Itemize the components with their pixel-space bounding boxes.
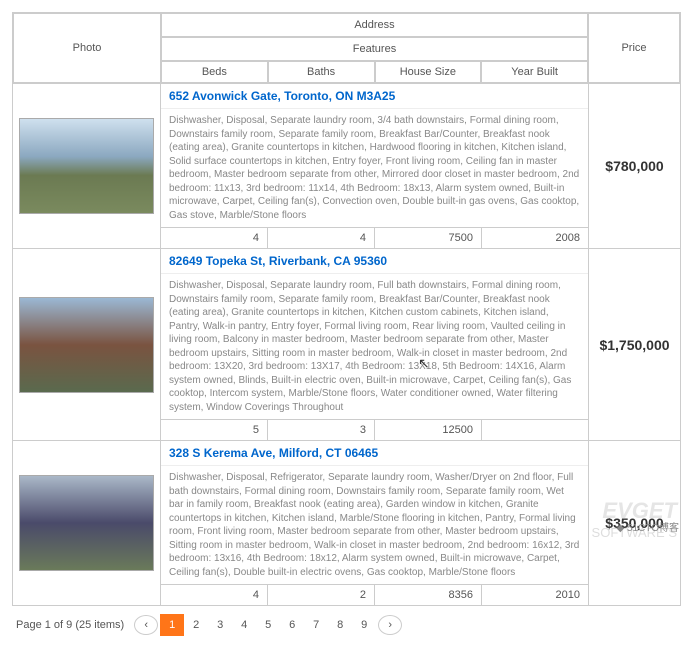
house-image[interactable] [19,118,154,214]
address-link[interactable]: 82649 Topeka St, Riverbank, CA 95360 [161,249,588,274]
header-year-built[interactable]: Year Built [481,61,588,83]
stat-size: 8356 [375,585,482,605]
content-cell: 652 Avonwick Gate, Toronto, ON M3A25Dish… [161,84,588,248]
stat-size: 7500 [375,228,482,248]
pager-next-button[interactable]: › [378,615,402,635]
pager-page-1[interactable]: 1 [160,614,184,636]
pager-page-2[interactable]: 2 [184,614,208,636]
description-text: Dishwasher, Disposal, Refrigerator, Sepa… [161,466,588,584]
header-address[interactable]: Address [161,13,588,37]
header-features[interactable]: Features [161,37,588,61]
pager-page-8[interactable]: 8 [328,614,352,636]
price-value: $1,750,000 [588,249,680,440]
description-text: Dishwasher, Disposal, Separate laundry r… [161,274,588,419]
description-text: Dishwasher, Disposal, Separate laundry r… [161,109,588,227]
address-link[interactable]: 652 Avonwick Gate, Toronto, ON M3A25 [161,84,588,109]
pager-page-5[interactable]: 5 [256,614,280,636]
pager-page-7[interactable]: 7 [304,614,328,636]
listing-row: 328 S Kerema Ave, Milford, CT 06465Dishw… [13,440,680,605]
photo-cell [13,84,161,248]
pager-page-9[interactable]: 9 [352,614,376,636]
house-image[interactable] [19,297,154,393]
address-link[interactable]: 328 S Kerema Ave, Milford, CT 06465 [161,441,588,466]
stat-year: 2010 [482,585,588,605]
content-cell: 328 S Kerema Ave, Milford, CT 06465Dishw… [161,441,588,605]
attribution: ◆ 51CTO博客 [616,519,679,534]
header-beds[interactable]: Beds [161,61,268,83]
stats-row: 4283562010 [161,584,588,605]
pager: Page 1 of 9 (25 items) ‹ 123456789 › [12,606,681,644]
stat-baths: 2 [268,585,375,605]
listing-row: 652 Avonwick Gate, Toronto, ON M3A25Dish… [13,83,680,248]
pager-prev-button[interactable]: ‹ [134,615,158,635]
photo-cell [13,441,161,605]
pager-page-4[interactable]: 4 [232,614,256,636]
stat-year: 2008 [482,228,588,248]
header-photo[interactable]: Photo [13,13,161,83]
stats-row: 5312500 [161,419,588,440]
header-price[interactable]: Price [588,13,680,83]
stat-baths: 4 [268,228,375,248]
stat-year [482,420,588,440]
pager-page-3[interactable]: 3 [208,614,232,636]
header-house-size[interactable]: House Size [375,61,482,83]
pager-info: Page 1 of 9 (25 items) [16,619,124,631]
stat-beds: 4 [161,228,268,248]
content-cell: 82649 Topeka St, Riverbank, CA 95360Dish… [161,249,588,440]
photo-cell [13,249,161,440]
stat-beds: 5 [161,420,268,440]
pager-page-6[interactable]: 6 [280,614,304,636]
header-baths[interactable]: Baths [268,61,375,83]
stat-baths: 3 [268,420,375,440]
house-image[interactable] [19,475,154,571]
stat-beds: 4 [161,585,268,605]
property-grid: Photo Address Features Beds Baths House … [12,12,681,606]
price-value: $780,000 [588,84,680,248]
stat-size: 12500 [375,420,482,440]
stats-row: 4475002008 [161,227,588,248]
listing-row: 82649 Topeka St, Riverbank, CA 95360Dish… [13,248,680,440]
